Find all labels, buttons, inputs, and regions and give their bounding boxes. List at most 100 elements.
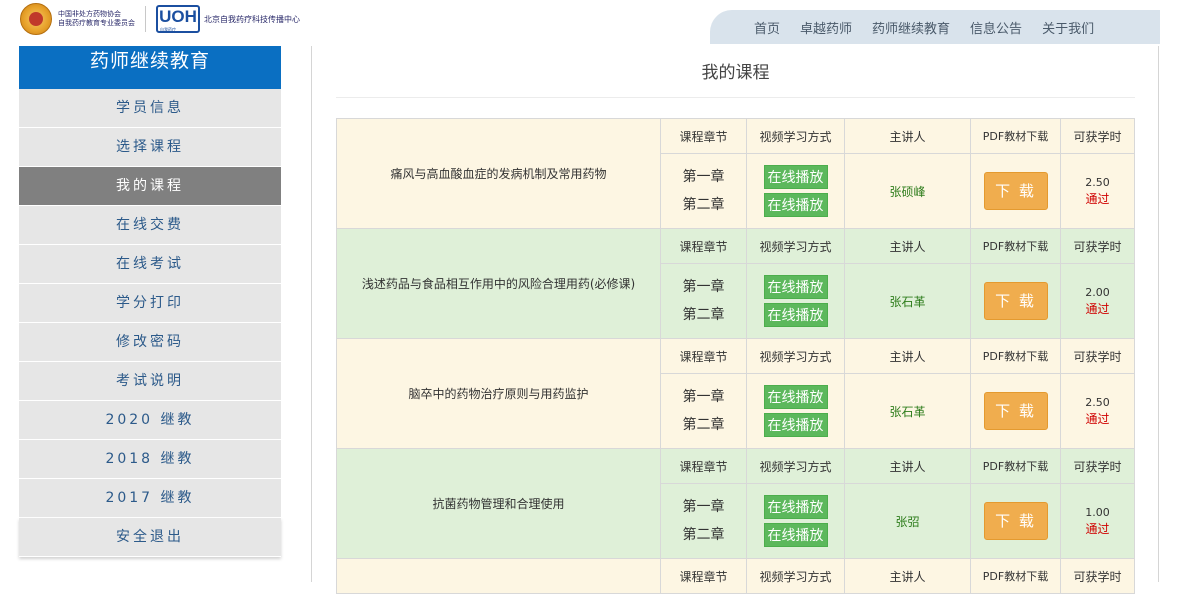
download-cell: 下 载 [970, 263, 1061, 339]
header-video-method: 视频学习方式 [746, 118, 845, 154]
header-credit-hours: 可获学时 [1060, 228, 1135, 264]
video-cell: 在线播放 在线播放 [746, 263, 845, 339]
main-nav: 首页 卓越药师 药师继续教育 信息公告 关于我们 [710, 10, 1160, 44]
credit-hours-value: 2.50 [1085, 176, 1110, 189]
logo-subtext: 自我药疗 [160, 27, 176, 32]
hours-cell: 2.50 通过 [1060, 373, 1135, 449]
header-lecturer: 主讲人 [844, 228, 971, 264]
header-chapter: 课程章节 [660, 338, 747, 374]
header-pdf-download: PDF教材下载 [970, 118, 1061, 154]
nav-home[interactable]: 首页 [754, 18, 780, 37]
chapter-2-label: 第二章 [682, 417, 725, 433]
status-badge: 通过 [1085, 412, 1110, 426]
header-pdf-download: PDF教材下载 [970, 338, 1061, 374]
nav-excellent-pharmacist[interactable]: 卓越药师 [800, 18, 852, 37]
center-name: 北京自我药疗科技传播中心 [204, 14, 300, 24]
play-online-button[interactable]: 在线播放 [763, 193, 828, 217]
header-lecturer: 主讲人 [844, 118, 971, 154]
sidebar-item-online-exam[interactable]: 在线考试 [19, 245, 281, 284]
sidebar-item-change-password[interactable]: 修改密码 [19, 323, 281, 362]
sidebar-item-select-course[interactable]: 选择课程 [19, 128, 281, 167]
sidebar-item-logout[interactable]: 安全退出 [19, 518, 281, 557]
sidebar-item-student-info[interactable]: 学员信息 [19, 89, 281, 128]
status-badge: 通过 [1085, 522, 1110, 536]
course-name: 浅述药品与食品相互作用中的风险合理用药(必修课) [336, 228, 661, 339]
credit-hours-value: 1.00 [1085, 506, 1110, 519]
header-chapter: 课程章节 [660, 118, 747, 154]
sidebar-item-my-courses[interactable]: 我的课程 [19, 167, 281, 206]
credit-hours-value: 2.00 [1085, 286, 1110, 299]
play-online-button[interactable]: 在线播放 [763, 165, 828, 189]
hours-cell: 1.00 通过 [1060, 483, 1135, 559]
nav-continuing-education[interactable]: 药师继续教育 [872, 18, 950, 37]
course-name [336, 558, 661, 594]
content-border-left [311, 46, 312, 582]
video-cell: 在线播放 在线播放 [746, 153, 845, 229]
play-online-button[interactable]: 在线播放 [763, 303, 828, 327]
table-header-row: 浅述药品与食品相互作用中的风险合理用药(必修课) 课程章节 视频学习方式 主讲人… [336, 228, 1135, 339]
sidebar-item-exam-instructions[interactable]: 考试说明 [19, 362, 281, 401]
chapter-2-label: 第二章 [682, 307, 725, 323]
sidebar-item-credit-print[interactable]: 学分打印 [19, 284, 281, 323]
header-credit-hours: 可获学时 [1060, 558, 1135, 594]
nav-about-us[interactable]: 关于我们 [1042, 18, 1094, 37]
sidebar-item-online-payment[interactable]: 在线交费 [19, 206, 281, 245]
header-video-method: 视频学习方式 [746, 558, 845, 594]
logo-text: UOH [159, 7, 197, 26]
download-button[interactable]: 下 载 [983, 502, 1048, 540]
sidebar-item-2018-education[interactable]: 2018 继教 [19, 440, 281, 479]
course-table: 痛风与高血酸血症的发病机制及常用药物 课程章节 视频学习方式 主讲人 PDF教材… [336, 118, 1135, 594]
header-chapter: 课程章节 [660, 558, 747, 594]
chapter-cell: 第一章 第二章 [660, 153, 747, 229]
chapter-1-label: 第一章 [682, 169, 725, 185]
page-title: 我的课程 [701, 63, 770, 83]
chapter-cell: 第一章 第二章 [660, 483, 747, 559]
download-cell: 下 载 [970, 153, 1061, 229]
association-seal-icon [20, 3, 52, 35]
video-cell: 在线播放 在线播放 [746, 483, 845, 559]
header-lecturer: 主讲人 [844, 338, 971, 374]
org-name-line1: 中国非处方药物协会 [58, 10, 121, 18]
download-button[interactable]: 下 载 [983, 282, 1048, 320]
download-cell: 下 载 [970, 483, 1061, 559]
header-credit-hours: 可获学时 [1060, 118, 1135, 154]
play-online-button[interactable]: 在线播放 [763, 385, 828, 409]
header-pdf-download: PDF教材下载 [970, 558, 1061, 594]
title-divider [336, 97, 1135, 98]
header-lecturer: 主讲人 [844, 448, 971, 484]
sidebar-item-2020-education[interactable]: 2020 继教 [19, 401, 281, 440]
logo-area[interactable]: 中国非处方药物协会 自我药疗教育专业委员会 UOH 自我药疗 北京自我药疗科技传… [20, 2, 300, 36]
table-header-row: 课程章节 视频学习方式 主讲人 PDF教材下载 可获学时 [336, 558, 1135, 594]
chapter-cell: 第一章 第二章 [660, 373, 747, 449]
org-name: 中国非处方药物协会 自我药疗教育专业委员会 [58, 10, 135, 28]
header-credit-hours: 可获学时 [1060, 338, 1135, 374]
play-online-button[interactable]: 在线播放 [763, 495, 828, 519]
chapter-cell: 第一章 第二章 [660, 263, 747, 339]
credit-hours-value: 2.50 [1085, 396, 1110, 409]
play-online-button[interactable]: 在线播放 [763, 275, 828, 299]
download-button[interactable]: 下 载 [983, 392, 1048, 430]
course-name: 抗菌药物管理和合理使用 [336, 448, 661, 559]
nav-announcements[interactable]: 信息公告 [970, 18, 1022, 37]
course-name: 脑卒中的药物治疗原则与用药监护 [336, 338, 661, 449]
play-online-button[interactable]: 在线播放 [763, 413, 828, 437]
download-button[interactable]: 下 载 [983, 172, 1048, 210]
status-badge: 通过 [1085, 302, 1110, 316]
lecturer-name: 张硕峰 [844, 153, 971, 229]
sidebar-item-2017-education[interactable]: 2017 继教 [19, 479, 281, 518]
logo-divider [145, 6, 146, 32]
course-name: 痛风与高血酸血症的发病机制及常用药物 [336, 118, 661, 229]
chapter-2-label: 第二章 [682, 527, 725, 543]
header-pdf-download: PDF教材下载 [970, 228, 1061, 264]
hours-cell: 2.00 通过 [1060, 263, 1135, 339]
table-header-row: 脑卒中的药物治疗原则与用药监护 课程章节 视频学习方式 主讲人 PDF教材下载 … [336, 338, 1135, 449]
lecturer-name: 张石革 [844, 373, 971, 449]
header-chapter: 课程章节 [660, 228, 747, 264]
uoh-logo-icon: UOH 自我药疗 [156, 5, 200, 33]
header-video-method: 视频学习方式 [746, 228, 845, 264]
top-header: 中国非处方药物协会 自我药疗教育专业委员会 UOH 自我药疗 北京自我药疗科技传… [0, 0, 1188, 46]
play-online-button[interactable]: 在线播放 [763, 523, 828, 547]
chapter-1-label: 第一章 [682, 389, 725, 405]
header-pdf-download: PDF教材下载 [970, 448, 1061, 484]
video-cell: 在线播放 在线播放 [746, 373, 845, 449]
